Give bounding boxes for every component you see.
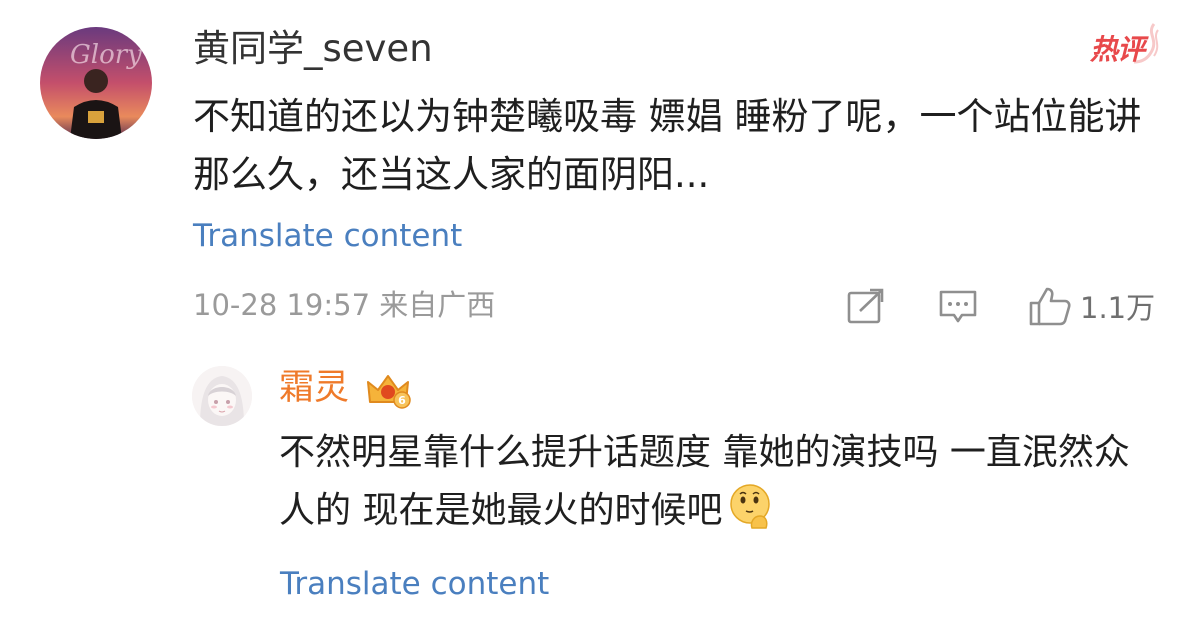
hot-comment-badge: 热评 bbox=[1090, 23, 1162, 74]
location: 来自广西 bbox=[379, 288, 496, 322]
thinking-emoji bbox=[726, 482, 774, 530]
translate-link[interactable]: Translate content bbox=[193, 214, 462, 258]
like-button[interactable]: 1.1万 bbox=[1028, 283, 1160, 329]
vip-crown-badge-icon: 6 bbox=[367, 375, 411, 409]
reply-text: 不然明星靠什么提升话题度 靠她的演技吗 一直泯然众人的 现在是她最火的时候吧 bbox=[279, 424, 1159, 540]
hot-label: 热评 bbox=[1090, 33, 1145, 66]
badge-level: 6 bbox=[398, 394, 406, 407]
reply-username[interactable]: 霜灵 bbox=[279, 363, 349, 413]
timestamp: 10-28 19:57 bbox=[193, 288, 371, 322]
avatar-overlay-text: Glory bbox=[70, 40, 142, 70]
comment-icon bbox=[939, 290, 977, 323]
comment-meta: 10-28 19:57 来自广西 bbox=[193, 282, 495, 328]
vip-badge[interactable]: 6 bbox=[364, 370, 412, 410]
share-button[interactable] bbox=[846, 283, 886, 329]
thinking-emoji-icon bbox=[730, 484, 771, 529]
comment-text: 不知道的还以为钟楚曦吸毒 嫖娼 睡粉了呢，一个站位能讲那么久，还当这人家的面阴阳… bbox=[193, 95, 1142, 196]
share-icon bbox=[847, 288, 884, 324]
username[interactable]: 黄同学_seven bbox=[193, 24, 433, 74]
thumbs-up-icon bbox=[1029, 287, 1071, 326]
reply-translate-link[interactable]: Translate content bbox=[280, 562, 549, 606]
like-count: 1.1万 bbox=[1080, 291, 1156, 325]
anime-girl-avatar-icon bbox=[192, 366, 252, 426]
reply-button[interactable] bbox=[938, 283, 978, 329]
user-avatar-photo-icon: Glory bbox=[40, 27, 152, 139]
reply-avatar[interactable] bbox=[192, 366, 252, 426]
avatar[interactable]: Glory bbox=[40, 27, 152, 139]
reply-text-content: 不然明星靠什么提升话题度 靠她的演技吗 一直泯然众人的 现在是她最火的时候吧 bbox=[279, 432, 1130, 531]
